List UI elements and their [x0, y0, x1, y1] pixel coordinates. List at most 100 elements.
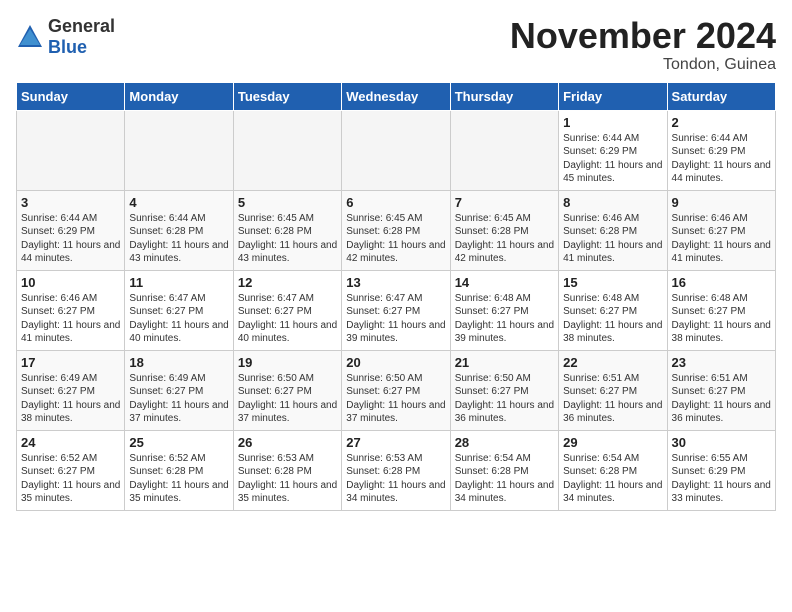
cell-info: Sunrise: 6:47 AM Sunset: 6:27 PM Dayligh… — [129, 292, 228, 346]
calendar-cell: 16 Sunrise: 6:48 AM Sunset: 6:27 PM Dayli… — [667, 270, 775, 350]
logo-blue: Blue — [48, 37, 87, 57]
day-number: 11 — [129, 275, 228, 290]
logo-text: General Blue — [48, 16, 115, 58]
day-number: 27 — [346, 435, 445, 450]
calendar-body: 1 Sunrise: 6:44 AM Sunset: 6:29 PM Daylig… — [17, 110, 776, 510]
weekday-saturday: Saturday — [667, 82, 775, 110]
cell-info: Sunrise: 6:44 AM Sunset: 6:28 PM Dayligh… — [129, 212, 228, 266]
cell-info: Sunrise: 6:44 AM Sunset: 6:29 PM Dayligh… — [672, 132, 771, 186]
calendar-cell: 13 Sunrise: 6:47 AM Sunset: 6:27 PM Dayli… — [342, 270, 450, 350]
day-number: 19 — [238, 355, 337, 370]
calendar-cell: 3Sunrise: 6:44 AM Sunset: 6:29 PM Daylig… — [17, 190, 125, 270]
calendar-cell: 20 Sunrise: 6:50 AM Sunset: 6:27 PM Dayli… — [342, 350, 450, 430]
logo-icon — [16, 23, 44, 51]
day-number: 13 — [346, 275, 445, 290]
calendar-cell: 1 Sunrise: 6:44 AM Sunset: 6:29 PM Daylig… — [559, 110, 667, 190]
calendar-cell: 12Sunrise: 6:47 AM Sunset: 6:27 PM Dayli… — [233, 270, 341, 350]
calendar-cell: 28 Sunrise: 6:54 AM Sunset: 6:28 PM Dayli… — [450, 430, 558, 510]
calendar-cell: 2 Sunrise: 6:44 AM Sunset: 6:29 PM Daylig… — [667, 110, 775, 190]
cell-info: Sunrise: 6:48 AM Sunset: 6:27 PM Dayligh… — [672, 292, 771, 346]
weekday-tuesday: Tuesday — [233, 82, 341, 110]
week-row-2: 3Sunrise: 6:44 AM Sunset: 6:29 PM Daylig… — [17, 190, 776, 270]
calendar-cell: 17 Sunrise: 6:49 AM Sunset: 6:27 PM Dayli… — [17, 350, 125, 430]
calendar-cell: 9Sunrise: 6:46 AM Sunset: 6:27 PM Daylig… — [667, 190, 775, 270]
day-number: 8 — [563, 195, 662, 210]
cell-info: Sunrise: 6:52 AM Sunset: 6:27 PM Dayligh… — [21, 452, 120, 506]
calendar-cell: 21Sunrise: 6:50 AM Sunset: 6:27 PM Dayli… — [450, 350, 558, 430]
day-number: 6 — [346, 195, 445, 210]
calendar-cell — [342, 110, 450, 190]
calendar-cell — [233, 110, 341, 190]
calendar-cell: 25Sunrise: 6:52 AM Sunset: 6:28 PM Dayli… — [125, 430, 233, 510]
calendar-cell: 4 Sunrise: 6:44 AM Sunset: 6:28 PM Daylig… — [125, 190, 233, 270]
cell-info: Sunrise: 6:54 AM Sunset: 6:28 PM Dayligh… — [563, 452, 662, 506]
calendar-cell: 8Sunrise: 6:46 AM Sunset: 6:28 PM Daylig… — [559, 190, 667, 270]
month-title: November 2024 — [510, 16, 776, 56]
cell-info: Sunrise: 6:47 AM Sunset: 6:27 PM Dayligh… — [346, 292, 445, 346]
day-number: 24 — [21, 435, 120, 450]
day-number: 3 — [21, 195, 120, 210]
day-number: 17 — [21, 355, 120, 370]
day-number: 20 — [346, 355, 445, 370]
day-number: 1 — [563, 115, 662, 130]
calendar-cell: 24 Sunrise: 6:52 AM Sunset: 6:27 PM Dayli… — [17, 430, 125, 510]
cell-info: Sunrise: 6:53 AM Sunset: 6:28 PM Dayligh… — [238, 452, 337, 506]
cell-info: Sunrise: 6:45 AM Sunset: 6:28 PM Dayligh… — [455, 212, 554, 266]
cell-info: Sunrise: 6:49 AM Sunset: 6:27 PM Dayligh… — [21, 372, 120, 426]
day-number: 23 — [672, 355, 771, 370]
day-number: 21 — [455, 355, 554, 370]
calendar-cell: 7Sunrise: 6:45 AM Sunset: 6:28 PM Daylig… — [450, 190, 558, 270]
logo-general: General — [48, 16, 115, 36]
cell-info: Sunrise: 6:50 AM Sunset: 6:27 PM Dayligh… — [346, 372, 445, 426]
day-number: 18 — [129, 355, 228, 370]
week-row-4: 17 Sunrise: 6:49 AM Sunset: 6:27 PM Dayli… — [17, 350, 776, 430]
calendar-cell: 27Sunrise: 6:53 AM Sunset: 6:28 PM Dayli… — [342, 430, 450, 510]
calendar-cell: 30Sunrise: 6:55 AM Sunset: 6:29 PM Dayli… — [667, 430, 775, 510]
calendar-cell: 15 Sunrise: 6:48 AM Sunset: 6:27 PM Dayli… — [559, 270, 667, 350]
day-number: 2 — [672, 115, 771, 130]
cell-info: Sunrise: 6:48 AM Sunset: 6:27 PM Dayligh… — [455, 292, 554, 346]
calendar-cell: 5Sunrise: 6:45 AM Sunset: 6:28 PM Daylig… — [233, 190, 341, 270]
location-title: Tondon, Guinea — [510, 56, 776, 74]
calendar-cell: 29 Sunrise: 6:54 AM Sunset: 6:28 PM Dayli… — [559, 430, 667, 510]
page-header: General Blue November 2024 Tondon, Guine… — [16, 16, 776, 74]
day-number: 26 — [238, 435, 337, 450]
weekday-header-row: SundayMondayTuesdayWednesdayThursdayFrid… — [17, 82, 776, 110]
weekday-friday: Friday — [559, 82, 667, 110]
week-row-1: 1 Sunrise: 6:44 AM Sunset: 6:29 PM Daylig… — [17, 110, 776, 190]
cell-info: Sunrise: 6:45 AM Sunset: 6:28 PM Dayligh… — [346, 212, 445, 266]
logo: General Blue — [16, 16, 115, 58]
calendar-cell: 26 Sunrise: 6:53 AM Sunset: 6:28 PM Dayli… — [233, 430, 341, 510]
day-number: 29 — [563, 435, 662, 450]
calendar-cell: 18 Sunrise: 6:49 AM Sunset: 6:27 PM Dayli… — [125, 350, 233, 430]
day-number: 15 — [563, 275, 662, 290]
day-number: 14 — [455, 275, 554, 290]
cell-info: Sunrise: 6:51 AM Sunset: 6:27 PM Dayligh… — [672, 372, 771, 426]
weekday-monday: Monday — [125, 82, 233, 110]
calendar-cell: 22Sunrise: 6:51 AM Sunset: 6:27 PM Dayli… — [559, 350, 667, 430]
cell-info: Sunrise: 6:47 AM Sunset: 6:27 PM Dayligh… — [238, 292, 337, 346]
calendar-cell: 23 Sunrise: 6:51 AM Sunset: 6:27 PM Dayli… — [667, 350, 775, 430]
cell-info: Sunrise: 6:52 AM Sunset: 6:28 PM Dayligh… — [129, 452, 228, 506]
calendar-cell: 10 Sunrise: 6:46 AM Sunset: 6:27 PM Dayli… — [17, 270, 125, 350]
cell-info: Sunrise: 6:54 AM Sunset: 6:28 PM Dayligh… — [455, 452, 554, 506]
cell-info: Sunrise: 6:48 AM Sunset: 6:27 PM Dayligh… — [563, 292, 662, 346]
week-row-5: 24 Sunrise: 6:52 AM Sunset: 6:27 PM Dayli… — [17, 430, 776, 510]
calendar-cell — [17, 110, 125, 190]
day-number: 10 — [21, 275, 120, 290]
cell-info: Sunrise: 6:44 AM Sunset: 6:29 PM Dayligh… — [563, 132, 662, 186]
calendar-table: SundayMondayTuesdayWednesdayThursdayFrid… — [16, 82, 776, 511]
cell-info: Sunrise: 6:46 AM Sunset: 6:27 PM Dayligh… — [672, 212, 771, 266]
day-number: 4 — [129, 195, 228, 210]
calendar-cell: 6 Sunrise: 6:45 AM Sunset: 6:28 PM Daylig… — [342, 190, 450, 270]
day-number: 28 — [455, 435, 554, 450]
day-number: 22 — [563, 355, 662, 370]
cell-info: Sunrise: 6:46 AM Sunset: 6:27 PM Dayligh… — [21, 292, 120, 346]
calendar-cell: 19 Sunrise: 6:50 AM Sunset: 6:27 PM Dayli… — [233, 350, 341, 430]
title-area: November 2024 Tondon, Guinea — [510, 16, 776, 74]
week-row-3: 10 Sunrise: 6:46 AM Sunset: 6:27 PM Dayli… — [17, 270, 776, 350]
cell-info: Sunrise: 6:49 AM Sunset: 6:27 PM Dayligh… — [129, 372, 228, 426]
day-number: 5 — [238, 195, 337, 210]
day-number: 16 — [672, 275, 771, 290]
cell-info: Sunrise: 6:50 AM Sunset: 6:27 PM Dayligh… — [238, 372, 337, 426]
